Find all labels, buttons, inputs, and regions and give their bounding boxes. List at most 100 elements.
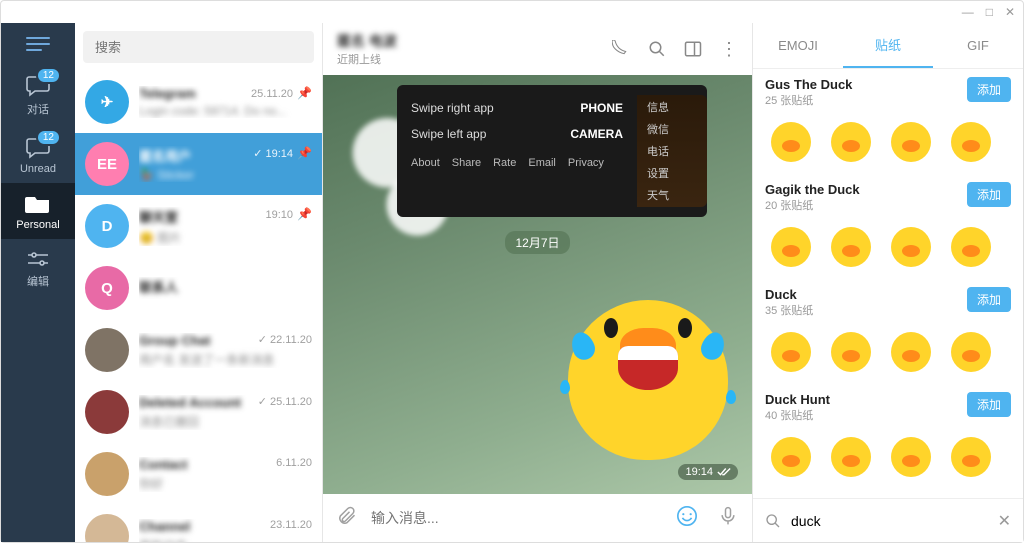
sticker-panel: EMOJI贴纸GIF Gus The Duck 25 张贴纸 添加 Gagik … [753,23,1023,542]
panel-tab-贴纸[interactable]: 贴纸 [843,23,933,68]
folder-icon [25,193,51,215]
date-divider: 12月7日 [505,231,569,254]
left-navbar: 12 对话 12 Unread Personal 编辑 [1,23,75,542]
search-icon[interactable] [648,40,666,58]
sticker-thumbnail[interactable] [945,326,997,378]
sticker-thumbnail[interactable] [765,116,817,168]
pack-count: 40 张贴纸 [765,407,830,423]
chat-row[interactable]: Channel 23.11.20 最新动态 [75,505,322,542]
link-preview-card[interactable]: Swipe right appPHONESwipe left appCAMERA… [397,85,707,217]
nav-personal[interactable]: Personal [1,183,75,239]
side-label: 微信 [647,121,697,137]
chat-preview: 🦆 Sticker [139,168,312,182]
message-composer [323,494,752,542]
clear-search-icon[interactable]: ✕ [998,511,1011,531]
sticker-thumbnail[interactable] [765,431,817,483]
nav-unread[interactable]: 12 Unread [1,125,75,183]
panel-tabs: EMOJI贴纸GIF [753,23,1023,69]
chat-time: ✓ 25.11.20 [258,395,312,410]
sticker-thumbnail[interactable] [885,116,937,168]
avatar [85,452,129,496]
nav-label: Personal [1,219,75,231]
add-pack-button[interactable]: 添加 [967,182,1011,207]
search-input[interactable] [83,31,314,63]
emoji-picker-icon[interactable] [670,499,704,538]
panel-tab-gif[interactable]: GIF [933,23,1023,68]
pack-title: Gus The Duck [765,77,852,92]
sticker-pack-list[interactable]: Gus The Duck 25 张贴纸 添加 Gagik the Duck 20… [753,69,1023,498]
badge: 12 [36,129,61,146]
sticker-thumbnail[interactable] [825,431,877,483]
side-label: 电话 [647,143,697,159]
preview-link[interactable]: Email [528,157,556,169]
sticker-thumbnail[interactable] [945,116,997,168]
chat-name: Deleted Account [139,395,241,410]
nav-label: Unread [1,163,75,175]
avatar: Q [85,266,129,310]
preview-link[interactable]: Rate [493,157,516,169]
more-icon[interactable]: ⋮ [720,40,738,58]
sticker-thumbnail[interactable] [825,326,877,378]
call-icon[interactable] [612,40,630,58]
pin-icon: 📌 [297,146,312,160]
sticker-pack: Duck 35 张贴纸 添加 [765,287,1011,378]
chat-time: ✓ 19:14📌 [253,146,312,165]
sidebar-toggle-icon[interactable] [684,40,702,58]
duck-sticker-icon [558,280,738,460]
attach-icon[interactable] [331,500,363,537]
add-pack-button[interactable]: 添加 [967,77,1011,102]
chat-row[interactable]: Contact 6.11.20 你好 [75,443,322,505]
badge: 12 [36,67,61,84]
sticker-search-input[interactable] [791,513,988,529]
preview-link[interactable]: Share [452,157,481,169]
sticker-thumbnail[interactable] [945,221,997,273]
search-icon [765,513,781,529]
chat-preview: 😊 图片 [139,229,312,246]
avatar [85,514,129,542]
add-pack-button[interactable]: 添加 [967,392,1011,417]
minimize-button[interactable]: — [962,5,974,19]
sticker-message[interactable]: 19:14 [558,280,738,480]
panel-tab-emoji[interactable]: EMOJI [753,23,843,68]
chat-list-column: ✈ Telegram 25.11.20📌 Login code: 59714. … [75,23,323,542]
setting-row: Swipe right appPHONE [411,95,623,121]
preview-link[interactable]: About [411,157,440,169]
conversation-status: 近期上线 [337,51,612,67]
read-check-icon [717,467,731,477]
chat-row[interactable]: Group Chat ✓ 22.11.20 用户名 发送了一条新消息 [75,319,322,381]
sticker-pack: Duck Hunt 40 张贴纸 添加 [765,392,1011,483]
message-input[interactable] [371,510,662,526]
pack-title: Duck Hunt [765,392,830,407]
sticker-thumbnail[interactable] [885,326,937,378]
chat-preview: Login code: 59714. Do no... [139,104,312,118]
chat-row[interactable]: Deleted Account ✓ 25.11.20 消息已撤回 [75,381,322,443]
chat-name: 联系人 [139,277,178,296]
nav-edit[interactable]: 编辑 [1,239,75,297]
nav-chats[interactable]: 12 对话 [1,63,75,125]
avatar [85,390,129,434]
add-pack-button[interactable]: 添加 [967,287,1011,312]
pack-count: 20 张贴纸 [765,197,860,213]
voice-message-icon[interactable] [712,500,744,537]
chat-name: 匿名用户 [139,146,191,165]
sticker-thumbnail[interactable] [765,221,817,273]
sticker-thumbnail[interactable] [825,221,877,273]
chat-row[interactable]: EE 匿名用户 ✓ 19:14📌 🦆 Sticker [75,133,322,195]
sticker-thumbnail[interactable] [885,221,937,273]
sticker-thumbnail[interactable] [825,116,877,168]
chat-row[interactable]: Q 联系人 [75,257,322,319]
window-titlebar: — □ ✕ [1,1,1023,23]
sticker-thumbnail[interactable] [885,431,937,483]
menu-icon[interactable] [26,43,50,45]
pack-title: Gagik the Duck [765,182,860,197]
preview-link[interactable]: Privacy [568,157,604,169]
sticker-thumbnail[interactable] [945,431,997,483]
sticker-thumbnail[interactable] [765,326,817,378]
avatar: EE [85,142,129,186]
sticker-search-bar: ✕ [753,498,1023,542]
maximize-button[interactable]: □ [986,5,993,19]
chat-row[interactable]: D 聊天室 19:10📌 😊 图片 [75,195,322,257]
sliders-icon [26,249,50,269]
close-button[interactable]: ✕ [1005,5,1015,19]
chat-row[interactable]: ✈ Telegram 25.11.20📌 Login code: 59714. … [75,71,322,133]
